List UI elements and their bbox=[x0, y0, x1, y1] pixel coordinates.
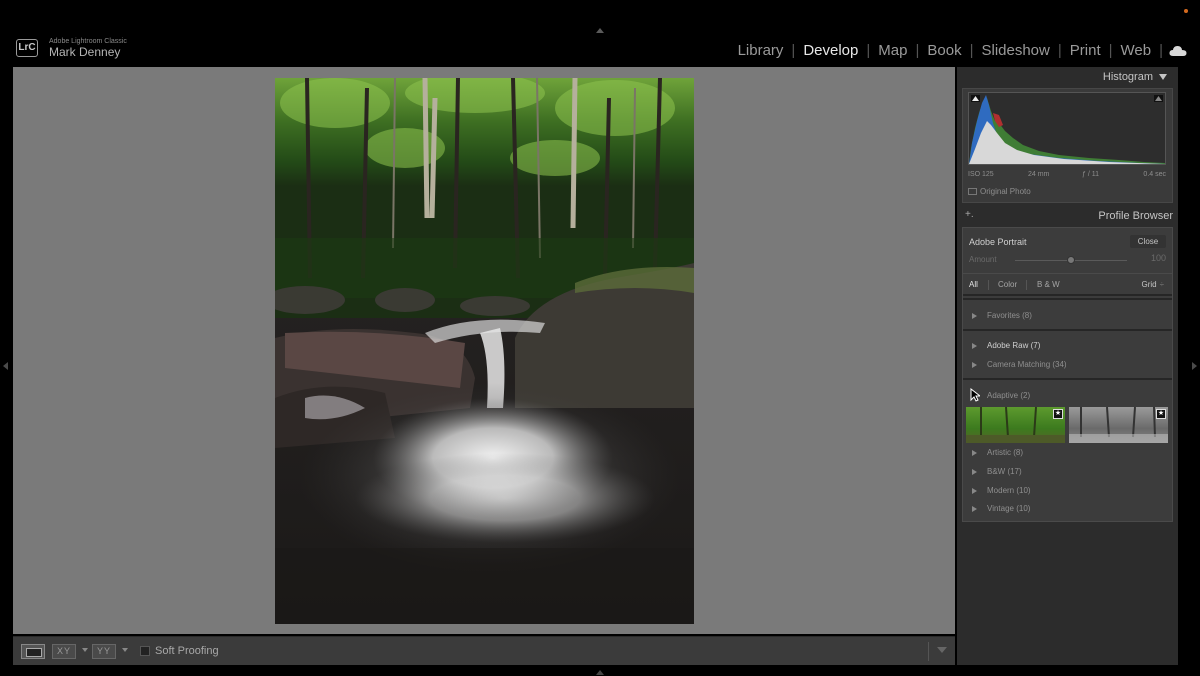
expand-triangle-icon[interactable] bbox=[972, 313, 977, 319]
module-picker: Library | Develop | Map | Book | Slideshow | … bbox=[730, 42, 1187, 59]
filter-separator bbox=[1026, 280, 1027, 290]
histogram-collapse-triangle-icon[interactable] bbox=[1159, 74, 1167, 80]
module-library[interactable]: Library bbox=[730, 42, 792, 59]
profile-group-label: Vintage (10) bbox=[987, 504, 1031, 513]
collapse-filmstrip-arrow[interactable] bbox=[596, 670, 604, 675]
expand-triangle-icon[interactable] bbox=[972, 343, 977, 349]
identity-plate-username: Mark Denney bbox=[49, 45, 121, 59]
develop-toolbar: XY YY Soft Proofing bbox=[13, 636, 955, 665]
right-panel: Histogram ISO 125 24 mm ƒ / 11 0.4 sec O… bbox=[957, 67, 1178, 665]
histogram-header[interactable]: Histogram bbox=[957, 67, 1178, 87]
profile-group-adobe-raw[interactable]: Adobe Raw (7) bbox=[963, 337, 1172, 355]
profile-group-label: Adaptive (2) bbox=[987, 391, 1031, 400]
highlight-clipping-icon[interactable] bbox=[1154, 95, 1163, 102]
notification-dot[interactable] bbox=[1184, 9, 1188, 13]
profile-group-label: Modern (10) bbox=[987, 486, 1031, 495]
module-develop[interactable]: Develop bbox=[795, 42, 866, 59]
collapse-top-panel-arrow[interactable] bbox=[596, 28, 604, 33]
expand-triangle-icon[interactable] bbox=[972, 450, 977, 456]
toolbar-content-dropdown[interactable] bbox=[937, 647, 947, 653]
before-after-view-button[interactable]: XY bbox=[52, 644, 76, 659]
aperture-value: ƒ / 11 bbox=[1082, 171, 1099, 178]
shadow-clipping-icon[interactable] bbox=[971, 95, 980, 102]
adaptive-thumbnails: ★ ★ bbox=[963, 403, 1172, 447]
expand-triangle-icon[interactable] bbox=[972, 488, 977, 494]
module-print[interactable]: Print bbox=[1062, 42, 1109, 59]
histogram-graph[interactable] bbox=[968, 92, 1166, 165]
mouse-cursor-icon bbox=[970, 388, 980, 402]
module-web[interactable]: Web bbox=[1113, 42, 1160, 59]
profile-group-bw[interactable]: B&W (17) bbox=[963, 463, 1172, 481]
profile-browser-panel: Adobe Portrait Close Amount 100 All Colo… bbox=[962, 227, 1173, 522]
add-profile-icon[interactable]: +. bbox=[965, 209, 974, 220]
soft-proofing-checkbox[interactable] bbox=[140, 646, 150, 656]
adaptive-color-profile-thumbnail[interactable]: ★ bbox=[966, 407, 1065, 443]
loupe-view-button[interactable] bbox=[21, 644, 45, 659]
profile-group-modern[interactable]: Modern (10) bbox=[963, 482, 1172, 500]
view-mode-caret-icon: ÷ bbox=[1159, 280, 1164, 289]
profile-group-label: B&W (17) bbox=[987, 467, 1022, 476]
profile-group-artistic[interactable]: Artistic (8) bbox=[963, 444, 1172, 462]
top-bar: LrC Adobe Lightroom Classic Mark Denney … bbox=[0, 0, 1200, 66]
amount-label: Amount bbox=[969, 255, 997, 264]
filter-all[interactable]: All bbox=[969, 280, 978, 289]
profile-browser-title: Profile Browser bbox=[1098, 210, 1173, 222]
original-photo-label: Original Photo bbox=[980, 187, 1031, 196]
product-name: Adobe Lightroom Classic bbox=[49, 38, 127, 45]
favorite-star-icon[interactable]: ★ bbox=[1053, 409, 1063, 419]
view-mode-label: Grid bbox=[1141, 280, 1157, 289]
profile-group-adobe-section: Adobe Raw (7) Camera Matching (34) bbox=[963, 329, 1172, 379]
filter-bw[interactable]: B & W bbox=[1037, 280, 1060, 289]
filter-color[interactable]: Color bbox=[998, 280, 1017, 289]
profile-group-vintage[interactable]: Vintage (10) bbox=[963, 500, 1172, 518]
expand-triangle-icon[interactable] bbox=[972, 506, 977, 512]
collapse-right-panel-arrow[interactable] bbox=[1192, 362, 1197, 370]
main-photo-waterfall bbox=[275, 78, 694, 624]
soft-proofing-label[interactable]: Soft Proofing bbox=[155, 645, 219, 657]
histogram-panel: ISO 125 24 mm ƒ / 11 0.4 sec Original Ph… bbox=[962, 88, 1173, 203]
toolbar-divider bbox=[928, 642, 929, 661]
iso-value: ISO 125 bbox=[968, 171, 994, 178]
profile-group-label: Camera Matching (34) bbox=[987, 360, 1067, 369]
expand-left-panel-arrow[interactable] bbox=[3, 362, 8, 370]
profile-group-label: Artistic (8) bbox=[987, 448, 1023, 457]
profile-group-label: Adobe Raw (7) bbox=[987, 341, 1041, 350]
amount-value[interactable]: 100 bbox=[1151, 253, 1166, 263]
module-slideshow[interactable]: Slideshow bbox=[973, 42, 1057, 59]
module-map[interactable]: Map bbox=[870, 42, 915, 59]
histogram-title: Histogram bbox=[1102, 71, 1153, 83]
original-photo-checkbox[interactable] bbox=[968, 188, 977, 195]
expand-triangle-icon[interactable] bbox=[972, 469, 977, 475]
lrc-logo: LrC bbox=[16, 39, 38, 57]
expand-triangle-icon[interactable] bbox=[972, 362, 977, 368]
swap-before-after-button[interactable]: YY bbox=[92, 644, 116, 659]
profile-group-label: Favorites (8) bbox=[987, 311, 1032, 320]
profile-group-favorites-section: Favorites (8) bbox=[963, 298, 1172, 330]
cloud-icon[interactable] bbox=[1169, 44, 1187, 58]
close-profile-browser-button[interactable]: Close bbox=[1130, 235, 1166, 248]
focal-length-value: 24 mm bbox=[1028, 171, 1050, 178]
view-mode-grid-dropdown[interactable]: Grid ÷ bbox=[1141, 280, 1164, 289]
profile-group-camera-matching[interactable]: Camera Matching (34) bbox=[963, 356, 1172, 374]
profile-group-creative-section: Adaptive (2) ★ ★ Artistic (8) B&W (17) M… bbox=[963, 378, 1172, 518]
swap-dropdown-caret[interactable] bbox=[122, 648, 128, 652]
module-separator: | bbox=[1159, 42, 1163, 59]
adaptive-bw-profile-thumbnail[interactable]: ★ bbox=[1069, 407, 1168, 443]
current-profile-name: Adobe Portrait bbox=[969, 237, 1027, 247]
module-book[interactable]: Book bbox=[919, 42, 969, 59]
before-after-dropdown-caret[interactable] bbox=[82, 648, 88, 652]
profile-browser-header: +. Profile Browser bbox=[962, 207, 1173, 225]
original-photo-toggle[interactable]: Original Photo bbox=[968, 187, 1031, 196]
filter-separator bbox=[988, 280, 989, 290]
profile-group-favorites[interactable]: Favorites (8) bbox=[963, 307, 1172, 325]
shutter-speed-value: 0.4 sec bbox=[1143, 171, 1166, 178]
amount-slider-knob[interactable] bbox=[1067, 256, 1075, 264]
profile-filter-bar: All Color B & W Grid ÷ bbox=[963, 273, 1172, 296]
favorite-star-icon[interactable]: ★ bbox=[1156, 409, 1166, 419]
